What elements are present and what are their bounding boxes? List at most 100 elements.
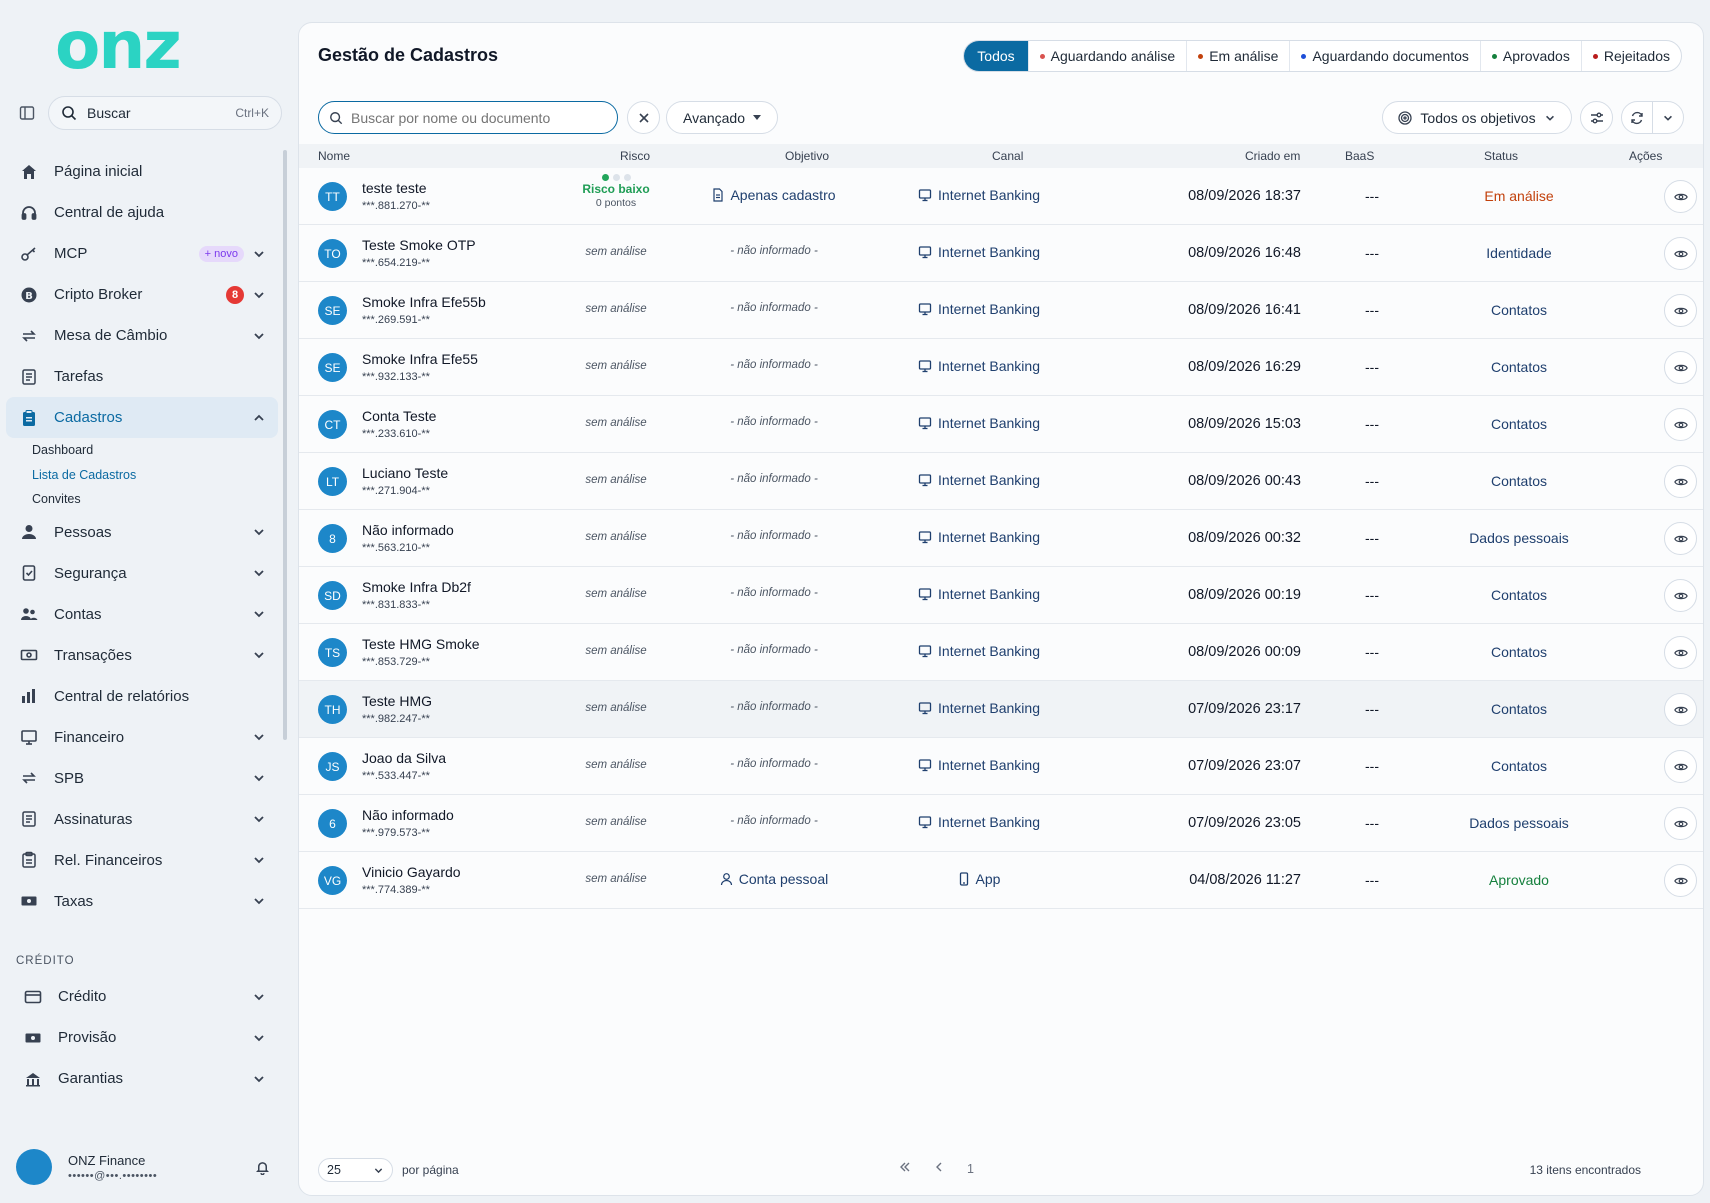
- prev-page-icon[interactable]: [933, 1161, 945, 1176]
- table-row[interactable]: TH Teste HMG ***.982.247-** sem análise - nã…: [299, 681, 1703, 738]
- objective-value: Apenas cadastro: [679, 187, 869, 203]
- advanced-filter-button[interactable]: Avançado: [666, 101, 778, 134]
- row-document: ***.831.833-**: [362, 599, 430, 611]
- sidebar-item-credito[interactable]: Crédito: [10, 976, 278, 1017]
- table-row[interactable]: SD Smoke Infra Db2f ***.831.833-** sem anál…: [299, 567, 1703, 624]
- monitor-icon: [918, 702, 932, 715]
- sidebar-toggle-icon[interactable]: [14, 100, 40, 126]
- sidebar-item-assinaturas[interactable]: Assinaturas: [6, 799, 278, 840]
- eye-icon: [1673, 820, 1688, 827]
- baas-value: ---: [1365, 245, 1379, 261]
- subnav-convites[interactable]: Convites: [32, 487, 278, 512]
- col-canal[interactable]: Canal: [992, 149, 1023, 163]
- subnav-dashboard[interactable]: Dashboard: [32, 438, 278, 463]
- clear-search-button[interactable]: [627, 101, 660, 134]
- user-icon: [720, 873, 732, 886]
- sidebar-item-financeiro[interactable]: Financeiro: [6, 717, 278, 758]
- row-name: Smoke Infra Db2f: [362, 579, 471, 595]
- view-button[interactable]: [1664, 465, 1697, 498]
- col-criado-em[interactable]: Criado em: [1245, 149, 1300, 163]
- view-button[interactable]: [1664, 294, 1697, 327]
- risk-value: sem análise: [585, 588, 647, 600]
- table-row[interactable]: 6 Não informado ***.979.573-** sem análise -…: [299, 795, 1703, 852]
- sidebar-item-central-de-relatorios[interactable]: Central de relatórios: [6, 676, 278, 717]
- table-row[interactable]: JS Joao da Silva ***.533.447-** sem análise…: [299, 738, 1703, 795]
- view-button[interactable]: [1664, 807, 1697, 840]
- sidebar-item-garantias[interactable]: Garantias: [10, 1058, 278, 1099]
- view-button[interactable]: [1664, 636, 1697, 669]
- bell-icon[interactable]: [255, 1160, 270, 1175]
- sidebar-item-cadastros[interactable]: Cadastros: [6, 397, 278, 438]
- table-row[interactable]: CT Conta Teste ***.233.610-** sem análise - …: [299, 396, 1703, 453]
- table-row[interactable]: TT teste teste ***.881.270-** Risco baixo 0 …: [299, 168, 1703, 225]
- user-profile[interactable]: ONZ Finance ••••••@•••.••••••••: [16, 1147, 280, 1187]
- view-button[interactable]: [1664, 750, 1697, 783]
- created-date: 08/09/2026 16:29: [1188, 359, 1301, 375]
- col-baas[interactable]: BaaS: [1345, 149, 1374, 163]
- filter-aguardando-analise[interactable]: Aguardando análise: [1027, 41, 1187, 71]
- search-input[interactable]: [351, 109, 607, 126]
- column-settings-button[interactable]: [1580, 101, 1613, 134]
- sidebar-item-pessoas[interactable]: Pessoas: [6, 512, 278, 553]
- refresh-button[interactable]: [1622, 102, 1652, 133]
- sidebar-item-spb[interactable]: SPB: [6, 758, 278, 799]
- monitor-icon: [918, 759, 932, 772]
- table-header: Nome Risco Objetivo Canal Criado em BaaS…: [299, 144, 1703, 168]
- svg-text:B: B: [25, 291, 33, 302]
- sidebar-item-rel-financeiros[interactable]: Rel. Financeiros: [6, 840, 278, 881]
- current-page[interactable]: 1: [967, 1162, 974, 1176]
- per-page-select[interactable]: 25: [318, 1158, 393, 1182]
- col-objetivo[interactable]: Objetivo: [785, 149, 829, 163]
- status-value: Dados pessoais: [1469, 530, 1569, 546]
- onz-logo[interactable]: onz: [55, 18, 235, 78]
- sidebar-search[interactable]: Buscar Ctrl+K: [48, 96, 282, 130]
- col-risco[interactable]: Risco: [620, 149, 650, 163]
- refresh-split-button: [1621, 101, 1684, 134]
- sidebar-item-pagina-inicial[interactable]: Página inicial: [6, 151, 278, 192]
- table-row[interactable]: VG Vinicio Gayardo ***.774.389-** sem análi…: [299, 852, 1703, 909]
- row-document: ***.881.270-**: [362, 200, 430, 212]
- view-button[interactable]: [1664, 351, 1697, 384]
- table-row[interactable]: LT Luciano Teste ***.271.904-** sem análise…: [299, 453, 1703, 510]
- filter-todos[interactable]: Todos: [964, 41, 1028, 71]
- sidebar-item-cripto-broker[interactable]: B Cripto Broker 8: [6, 274, 278, 315]
- sidebar-item-provisao[interactable]: Provisão: [10, 1017, 278, 1058]
- filter-em-analise[interactable]: Em análise: [1186, 41, 1289, 71]
- sidebar-item-mesa-de-cambio[interactable]: Mesa de Câmbio: [6, 315, 278, 356]
- sidebar-item-mcp[interactable]: MCP + novo: [6, 233, 278, 274]
- view-button[interactable]: [1664, 237, 1697, 270]
- filter-aguardando-documentos[interactable]: Aguardando documentos: [1289, 41, 1479, 71]
- search-field[interactable]: [318, 101, 618, 134]
- sidebar-item-contas[interactable]: Contas: [6, 594, 278, 635]
- view-button[interactable]: [1664, 579, 1697, 612]
- filter-rejeitados[interactable]: Rejeitados: [1580, 41, 1681, 71]
- view-button[interactable]: [1664, 408, 1697, 441]
- phone-icon: [959, 872, 968, 886]
- table-row[interactable]: TO Teste Smoke OTP ***.654.219-** sem análi…: [299, 225, 1703, 282]
- risk-value: sem análise: [585, 702, 647, 714]
- col-nome[interactable]: Nome: [318, 149, 350, 163]
- view-button[interactable]: [1664, 864, 1697, 897]
- table-row[interactable]: SE Smoke Infra Efe55 ***.932.133-** sem aná…: [299, 339, 1703, 396]
- objectives-dropdown[interactable]: Todos os objetivos: [1382, 101, 1572, 134]
- first-page-icon[interactable]: [899, 1161, 911, 1176]
- filter-aprovados[interactable]: Aprovados: [1479, 41, 1581, 71]
- sidebar-scrollbar[interactable]: [283, 150, 287, 740]
- table-row[interactable]: SE Smoke Infra Efe55b ***.269.591-** sem an…: [299, 282, 1703, 339]
- avatar[interactable]: [16, 1149, 52, 1185]
- refresh-options-button[interactable]: [1652, 102, 1683, 133]
- table-row[interactable]: TS Teste HMG Smoke ***.853.729-** sem análi…: [299, 624, 1703, 681]
- sidebar-item-central-de-ajuda[interactable]: Central de ajuda: [6, 192, 278, 233]
- sidebar-item-taxas[interactable]: Taxas: [6, 881, 278, 922]
- created-date: 04/08/2026 11:27: [1189, 872, 1301, 888]
- channel-value: App: [874, 871, 1084, 887]
- sidebar-item-seguranca[interactable]: Segurança: [6, 553, 278, 594]
- sidebar-item-tarefas[interactable]: Tarefas: [6, 356, 278, 397]
- view-button[interactable]: [1664, 180, 1697, 213]
- view-button[interactable]: [1664, 693, 1697, 726]
- col-status[interactable]: Status: [1484, 149, 1518, 163]
- table-row[interactable]: 8 Não informado ***.563.210-** sem análise -…: [299, 510, 1703, 567]
- view-button[interactable]: [1664, 522, 1697, 555]
- subnav-lista-de-cadastros[interactable]: Lista de Cadastros: [32, 463, 278, 488]
- sidebar-item-transacoes[interactable]: Transações: [6, 635, 278, 676]
